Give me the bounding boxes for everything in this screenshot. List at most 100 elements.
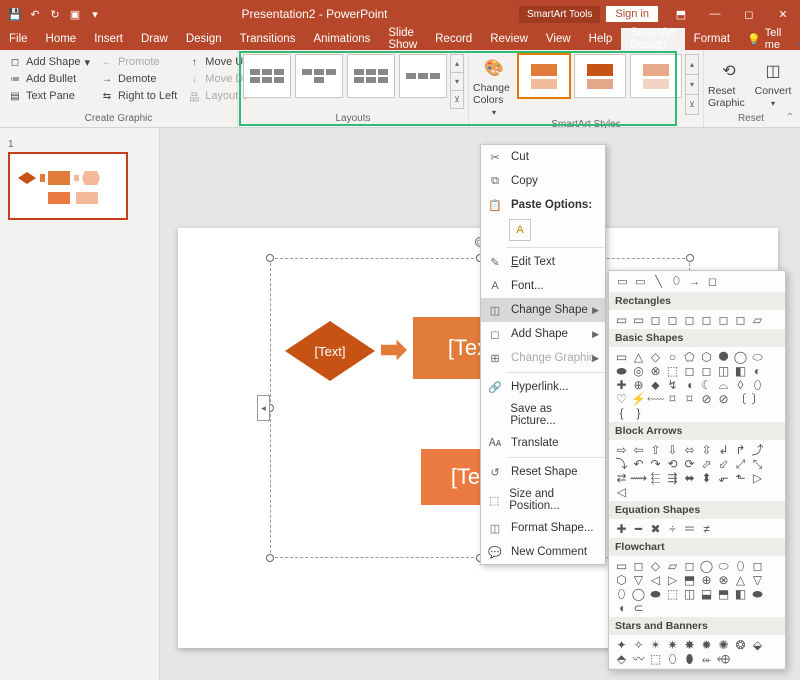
up-arrow-icon[interactable]: ▴ [451,55,463,73]
shape-option[interactable]: ⬳ [648,392,663,405]
shape-option[interactable]: ⇧ [648,443,663,456]
shape-option[interactable]: ⬭ [750,350,765,363]
styles-gallery-scroll[interactable]: ▴▾⊻ [685,54,699,115]
tab-view[interactable]: View [537,28,580,50]
shape-option[interactable]: ◻ [648,313,663,326]
shape-option[interactable]: ✚ [614,378,629,391]
shape-option[interactable]: ⬀ [699,457,714,470]
shape-option[interactable]: ⬌ [682,471,697,484]
shape-option[interactable]: ⬠ [682,350,697,363]
shape-option[interactable]: ⬚ [665,364,680,377]
shape-option[interactable]: ◁ [648,573,663,586]
shape-option[interactable]: ↷ [648,457,663,470]
ctx-edit-text[interactable]: ✎Edit Text [481,250,605,274]
shape-option[interactable]: ↱ [733,443,748,456]
share-button[interactable]: 👤Share [789,28,800,50]
tab-transitions[interactable]: Transitions [231,28,305,50]
shape-option[interactable]: ◻ [682,559,697,572]
shape-option[interactable]: ⬰ [699,652,714,665]
demote-button[interactable]: →Demote [96,71,181,87]
shape-option[interactable]: ▽ [631,573,646,586]
shape-option[interactable]: ◯ [631,587,646,600]
shape-recent[interactable]: ▭ [615,275,630,288]
shape-option[interactable]: ▭ [614,559,629,572]
shape-option[interactable]: ▭ [614,313,629,326]
shape-option[interactable]: ⤴ [750,443,765,456]
shape-option[interactable]: ⬬ [614,364,629,377]
slideshow-icon[interactable]: ▣ [66,5,84,23]
shape-option[interactable]: } [631,406,646,419]
shape-option[interactable]: ⌓ [716,378,731,391]
shape-option[interactable]: ⬱ [648,471,663,484]
slide-thumbnail-panel[interactable]: 1 [0,128,160,680]
convert-button[interactable]: ◫Convert▾ [752,52,794,111]
down-arrow-icon[interactable]: ▾ [451,73,463,91]
shape-option[interactable]: ⬭ [716,559,731,572]
shape-option[interactable]: ⌑ [682,392,697,405]
shape-option[interactable]: ◧ [733,587,748,600]
shape-option[interactable]: ⊘ [716,392,731,405]
shape-option[interactable]: ◇ [648,559,663,572]
tab-home[interactable]: Home [37,28,86,50]
ctx-save-as-picture[interactable]: Save as Picture... [481,399,605,431]
text-pane-button[interactable]: ▤Text Pane [4,88,94,104]
shape-option[interactable]: ⇶ [665,471,680,484]
shape-option[interactable]: ⬥ [648,378,663,391]
shape-option[interactable]: ◯ [699,559,714,572]
shape-option[interactable]: ⇨ [614,443,629,456]
ctx-hyperlink[interactable]: 🔗Hyperlink... [481,375,605,399]
shape-option[interactable]: ⟲ [665,457,680,470]
ctx-change-shape[interactable]: ◫Change Shape▶ [481,298,605,322]
shape-option[interactable]: ♡ [614,392,629,405]
style-option-1[interactable] [518,54,570,98]
ctx-add-shape[interactable]: ◻Add Shape▶ [481,322,605,346]
shape-option[interactable]: ◊ [733,378,748,391]
collapse-ribbon-icon[interactable]: ⌃ [786,112,794,123]
shape-option[interactable]: ⬬ [750,587,765,600]
shape-option[interactable]: ◫ [716,364,731,377]
shape-option[interactable]: ⊗ [716,573,731,586]
shape-option[interactable]: ⊕ [699,573,714,586]
shape-option[interactable]: ▱ [750,313,765,326]
shape-option[interactable]: ⬮ [682,652,697,665]
ctx-reset-shape[interactable]: ↺Reset Shape [481,460,605,484]
shape-option[interactable]: ⬯ [750,378,765,391]
tell-me-search[interactable]: 💡Tell me [739,28,789,50]
style-option-3[interactable] [630,54,682,98]
shape-option[interactable]: △ [631,350,646,363]
sign-in-button[interactable]: Sign in [606,6,658,22]
shape-option[interactable]: ⬚ [648,652,663,665]
shape-option[interactable]: ↲ [716,443,731,456]
shape-option[interactable]: ◻ [699,364,714,377]
shape-option[interactable]: ▷ [665,573,680,586]
tab-design[interactable]: Design [177,28,231,50]
shape-option[interactable]: ⯃ [716,350,731,363]
ctx-format-shape[interactable]: ◫Format Shape... [481,516,605,540]
resize-handle[interactable] [266,554,274,562]
shape-option[interactable]: ⊂ [631,601,646,614]
minimize-icon[interactable]: — [698,0,732,28]
style-option-2[interactable] [574,54,626,98]
ctx-cut[interactable]: ✂Cut [481,145,605,169]
shape-option[interactable]: ⌑ [665,392,680,405]
tab-record[interactable]: Record [426,28,481,50]
change-colors-button[interactable]: 🎨 Change Colors▾ [473,52,515,117]
shape-option[interactable]: ☾ [699,378,714,391]
shape-option[interactable]: ✸ [682,638,697,651]
resize-handle[interactable] [266,254,274,262]
add-bullet-button[interactable]: ≔Add Bullet [4,71,94,87]
shape-option[interactable]: ⬓ [699,587,714,600]
shape-option[interactable]: ◻ [750,559,765,572]
shape-option[interactable]: ＝ [682,522,697,535]
layout-option-1[interactable] [243,54,291,98]
shape-option[interactable]: ▷ [750,471,765,484]
shape-option[interactable]: ÷ [665,522,680,535]
shape-option[interactable]: ⚡ [631,392,646,405]
shape-option[interactable]: ⇄ [614,471,629,484]
shape-option[interactable]: ▭ [631,313,646,326]
shape-option[interactable]: ⬒ [682,573,697,586]
shape-option[interactable]: ↯ [665,378,680,391]
tab-draw[interactable]: Draw [132,28,177,50]
shape-option[interactable]: ⬡ [699,350,714,363]
shape-option[interactable]: ◻ [733,313,748,326]
